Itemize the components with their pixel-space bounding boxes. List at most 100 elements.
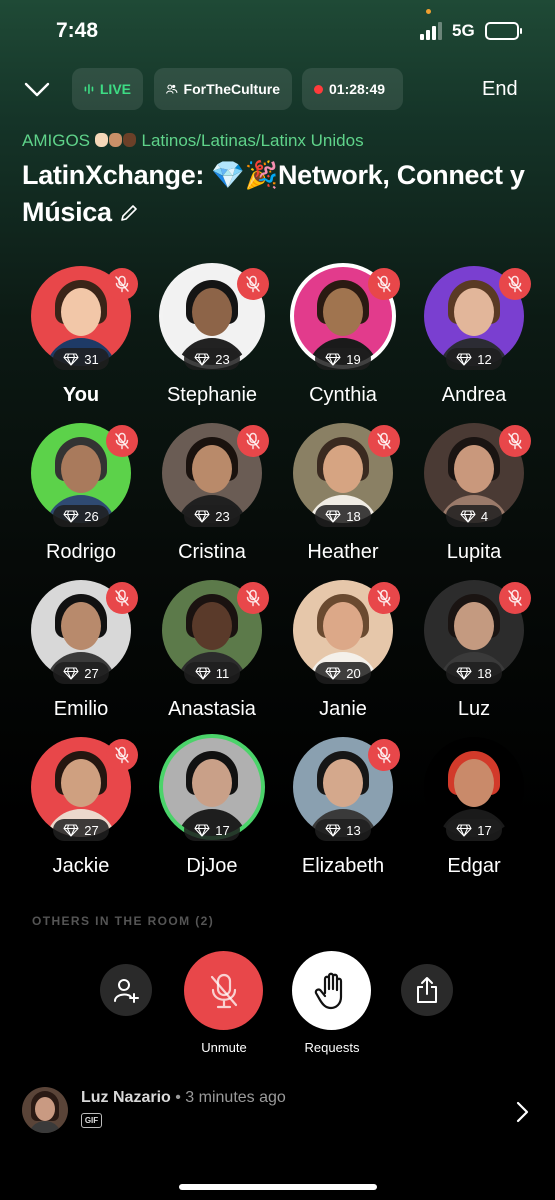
muted-microphone-icon [210,973,237,1008]
speaker-name: Janie [319,698,367,720]
room-title[interactable]: LatinXchange: 💎🎉Network, Connect y Músic… [22,157,542,231]
gem-count-badge: 17 [184,819,240,841]
club-name: ForTheCulture [183,81,280,97]
muted-microphone-icon [368,268,400,300]
speaker-avatar[interactable]: 18 [424,580,531,684]
muted-microphone-icon [106,582,138,614]
speaker-avatar[interactable]: 17 [159,734,265,841]
muted-microphone-icon [237,425,269,457]
diamond-icon [325,352,341,366]
edit-pencil-icon[interactable] [119,203,139,223]
requests-button[interactable] [292,951,371,1030]
gem-count-badge: 23 [184,505,240,527]
unmute-button[interactable] [184,951,263,1030]
speaker-avatar[interactable]: 31 [31,266,138,370]
battery-icon [485,22,522,40]
live-bars-icon [84,84,94,94]
speaker-name: Luz [457,698,491,720]
chat-separator: • [175,1089,186,1106]
speaker-tile[interactable]: 17 DjJoe [142,734,282,887]
chevron-right-icon[interactable] [514,1100,530,1124]
speaker-avatar[interactable]: 4 [424,423,531,527]
diamond-icon [63,509,79,523]
muted-microphone-icon [106,268,138,300]
home-indicator[interactable] [179,1184,377,1190]
speaker-tile[interactable]: 11 Anastasia [142,580,282,730]
chat-author-name: Luz Nazario [81,1089,171,1106]
requests-label: Requests [304,1040,360,1055]
speaker-avatar[interactable]: 23 [159,263,269,370]
gem-count: 13 [346,822,361,838]
diamond-icon [456,352,472,366]
gem-count: 20 [346,665,361,681]
speaker-tile[interactable]: 18 Heather [273,423,413,573]
speaker-avatar[interactable]: 27 [31,580,138,684]
speaker-avatar[interactable]: 18 [293,423,400,527]
speaker-avatar[interactable]: 17 [424,737,524,841]
club-link[interactable]: AMIGOS Latinos/Latinas/Latinx Unidos [22,131,364,151]
speaker-tile[interactable]: 23 Stephanie [142,263,282,416]
speaker-tile[interactable]: 27 Jackie [11,737,151,887]
gem-count-badge: 4 [446,505,502,527]
speaker-tile[interactable]: 4 Lupita [404,423,544,573]
gem-count: 26 [84,508,99,524]
speaker-avatar[interactable]: 12 [424,266,531,370]
people-icon [166,84,178,94]
unmute-label: Unmute [201,1040,247,1055]
diamond-icon [325,666,341,680]
speaker-name: Anastasia [168,698,256,720]
speaker-tile[interactable]: 19 Cynthia [273,263,413,416]
speaker-avatar[interactable]: 11 [162,580,269,684]
gem-count: 18 [346,508,361,524]
live-label: LIVE [99,81,131,97]
speaker-name: Lupita [446,541,502,563]
share-button[interactable] [401,964,453,1016]
gem-count-badge: 20 [315,662,371,684]
muted-microphone-icon [368,582,400,614]
live-badge[interactable]: LIVE [72,68,143,110]
gem-count-badge: 18 [446,662,502,684]
speaker-avatar[interactable]: 19 [290,263,400,370]
speaker-name: Rodrigo [45,541,117,563]
speaker-tile[interactable]: 17 Edgar [404,737,544,887]
speaker-tile[interactable]: 26 Rodrigo [11,423,151,573]
speaker-tile[interactable]: 23 Cristina [142,423,282,573]
speaker-tile[interactable]: 13 Elizabeth [273,737,413,887]
gem-count: 23 [215,351,230,367]
invite-button[interactable] [100,964,152,1016]
speaker-avatar[interactable]: 20 [293,580,400,684]
timer-value: 01:28:49 [329,81,386,97]
speaker-avatar[interactable]: 23 [162,423,269,527]
speaker-tile[interactable]: 12 Andrea [404,266,544,416]
speaker-tile[interactable]: 27 Emilio [11,580,151,730]
muted-microphone-icon [499,268,531,300]
diamond-icon [460,509,476,523]
club-badge[interactable]: ForTheCulture [154,68,292,110]
speaker-name: Andrea [441,384,507,406]
others-in-room-label: OTHERS IN THE ROOM (2) [32,914,215,928]
share-icon [417,977,437,1003]
speaker-avatar[interactable]: 27 [31,737,138,841]
chat-timestamp: 3 minutes ago [185,1089,286,1106]
chat-author-avatar[interactable] [22,1087,68,1133]
speaker-avatar[interactable]: 26 [31,423,138,527]
speaker-name: Heather [307,541,379,563]
diamond-icon [63,666,79,680]
end-button[interactable]: End [482,78,518,101]
speaker-tile[interactable]: 18 Luz [404,580,544,730]
minimize-chevron-icon[interactable] [22,76,52,102]
muted-microphone-icon [368,425,400,457]
gem-count: 19 [346,351,361,367]
diamond-icon [194,823,210,837]
gem-count: 27 [84,665,99,681]
speaker-name: Stephanie [166,384,258,406]
chat-message[interactable]: Luz Nazario • 3 minutes ago [81,1089,286,1107]
raised-hand-icon [314,972,342,1009]
gem-count-badge: 11 [184,662,240,684]
speaker-tile[interactable]: 20 Janie [273,580,413,730]
speaker-avatar[interactable]: 13 [293,737,400,841]
diamond-icon [456,666,472,680]
speaker-tile[interactable]: 31 You [11,266,151,416]
club-suffix: Latinos/Latinas/Latinx Unidos [141,131,364,150]
gem-count: 11 [215,665,230,681]
